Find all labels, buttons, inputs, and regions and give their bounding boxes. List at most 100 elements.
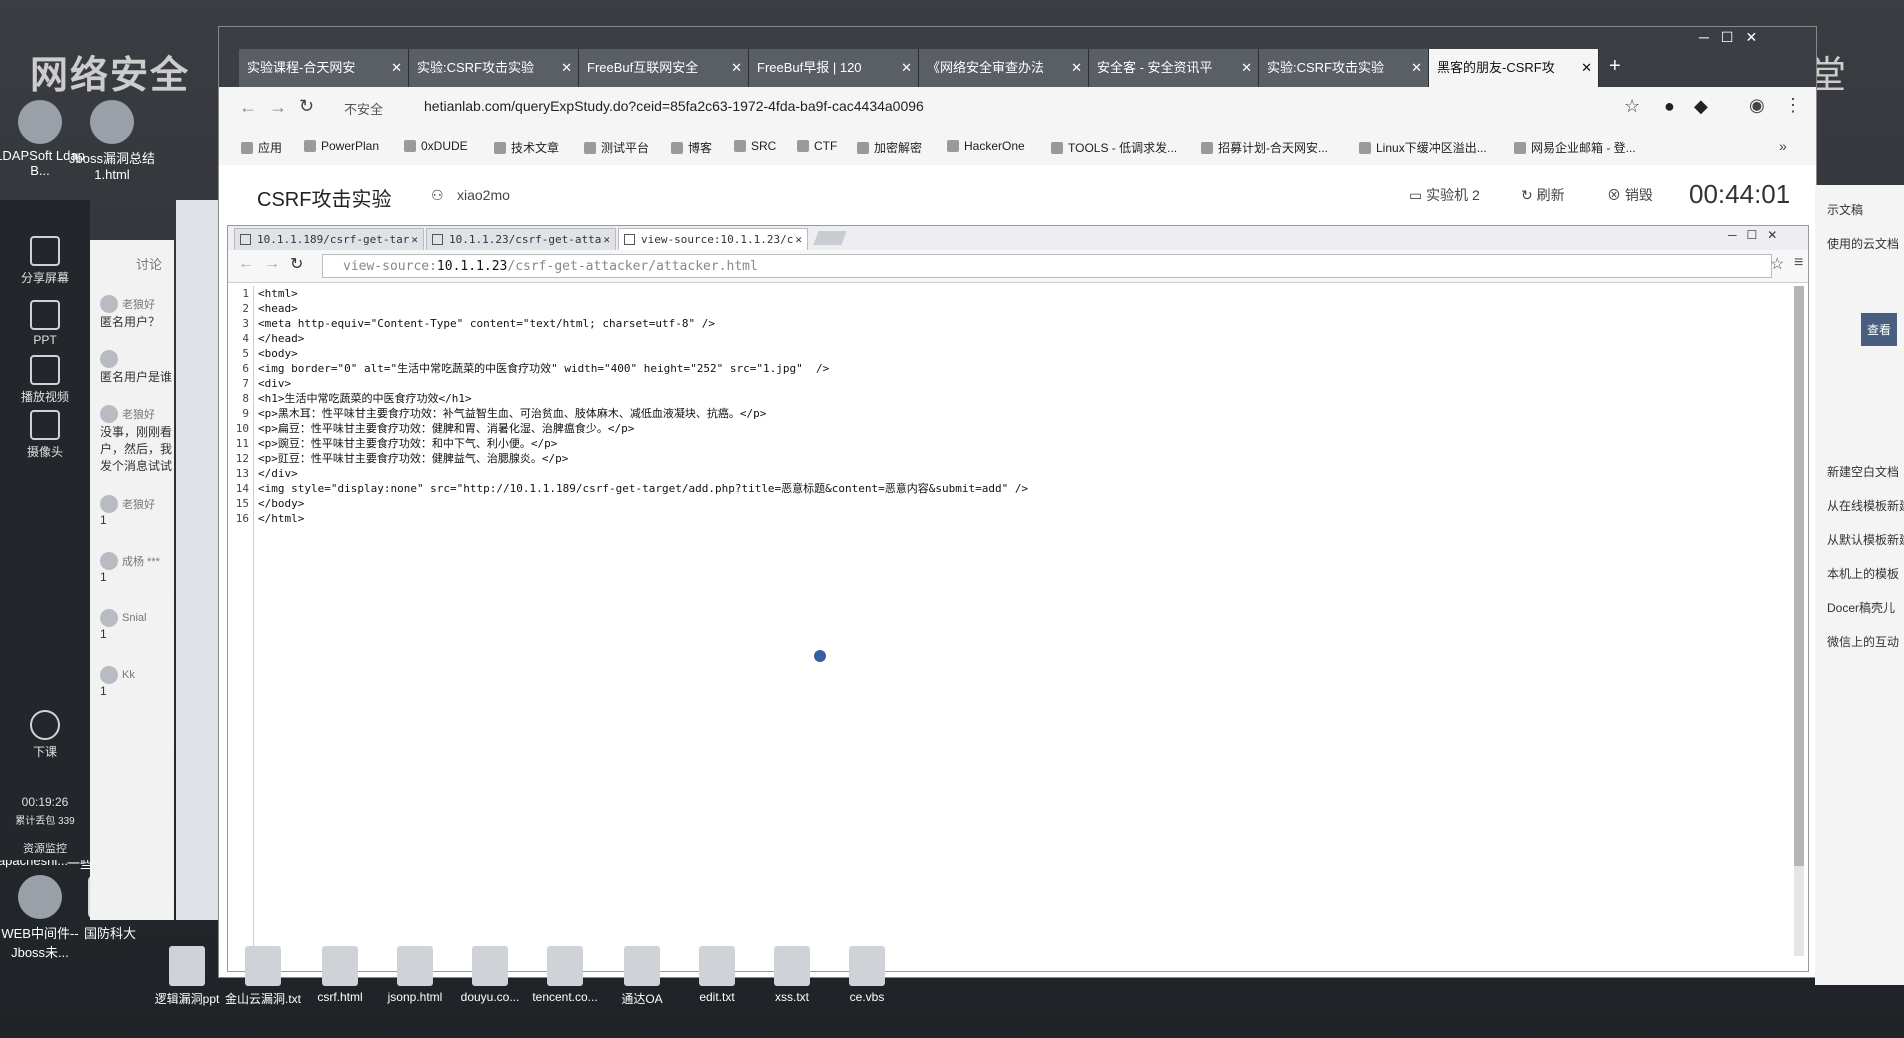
destroy-button[interactable]: ⊗ 销毁 xyxy=(1607,185,1653,205)
chat-message: Kk 1 xyxy=(100,666,174,698)
share-screen-button[interactable]: 分享屏幕 xyxy=(0,236,90,286)
window-controls[interactable]: ─☐✕ xyxy=(1699,29,1769,46)
new-tab-button[interactable]: + xyxy=(1609,55,1621,78)
source-line: <img border="0" alt="生活中常吃蔬菜的中医食疗功效" wid… xyxy=(258,362,830,375)
bookmark-item[interactable]: 应用 xyxy=(241,139,282,156)
bookmark-item[interactable]: Linux下缓冲区溢出... xyxy=(1359,139,1487,156)
source-line: <body> xyxy=(258,347,298,360)
browser-tab[interactable]: FreeBuf互联网安全 ✕ xyxy=(579,49,749,87)
close-icon[interactable]: ✕ xyxy=(391,49,402,87)
back-icon[interactable]: ← xyxy=(239,97,257,118)
chat-message: 匿名用户是谁 xyxy=(100,350,174,385)
source-line: <p>豇豆：性平味甘主要食疗功效：健脾益气、治腮腺炎。</p> xyxy=(258,452,569,465)
ppt-button[interactable]: PPT xyxy=(0,300,90,347)
source-line: <p>扁豆：性平味甘主要食疗功效：健脾和胃、消暑化湿、治脾瘟食少。</p> xyxy=(258,422,635,435)
close-icon[interactable]: ✕ xyxy=(1581,49,1592,87)
bookmark-star-icon[interactable]: ☆ xyxy=(1624,96,1640,117)
source-line: </div> xyxy=(258,467,298,480)
video-icon xyxy=(30,355,60,385)
end-class-button[interactable]: 下课 xyxy=(0,710,90,760)
discussion-panel: 讨论 老狼好 匿名用户？ 匿名用户是谁 老狼好 没事，刚刚看户，然后，我发个消息… xyxy=(90,240,174,920)
camera-button[interactable]: 摄像头 xyxy=(0,410,90,460)
browser-tab[interactable]: 安全客 - 安全资讯平 ✕ xyxy=(1089,49,1259,87)
back-icon[interactable]: ← xyxy=(238,255,254,273)
bookmark-item[interactable]: 测试平台 xyxy=(584,139,649,156)
close-icon[interactable]: ✕ xyxy=(411,229,418,250)
username: xiao2mo xyxy=(457,187,510,203)
browser-tab[interactable]: FreeBuf早报 | 120 ✕ xyxy=(749,49,919,87)
vm-browser-tab[interactable]: 10.1.1.23/csrf-get-atta ✕ xyxy=(426,228,616,250)
desktop-icon-ce-vbs[interactable]: ce.vbs xyxy=(822,946,912,1004)
bookmark-item[interactable]: 0xDUDE xyxy=(404,139,468,153)
vm-scrollbar[interactable] xyxy=(1794,286,1804,956)
reload-icon[interactable]: ↻ xyxy=(290,254,303,274)
panel-item[interactable]: 本机上的模板 xyxy=(1827,565,1899,582)
vm-new-tab-button[interactable] xyxy=(813,231,847,245)
close-icon[interactable]: ✕ xyxy=(901,49,912,87)
resource-monitor-link[interactable]: 资源监控 xyxy=(0,840,90,856)
browser-tab-active[interactable]: 黑客的朋友-CSRF攻 ✕ xyxy=(1429,49,1599,87)
browser-tab[interactable]: 《网络安全审查办法 ✕ xyxy=(919,49,1089,87)
panel-item[interactable]: Docer稿壳儿 xyxy=(1827,599,1895,616)
source-line: <p>黑木耳：性平味甘主要食疗功效：补气益智生血、可治贫血、肢体麻木、减低血液凝… xyxy=(258,407,767,420)
extension-icon[interactable]: ◆ xyxy=(1694,96,1708,117)
refresh-icon: ↻ xyxy=(1521,187,1537,203)
url-field[interactable]: hetianlab.com/queryExpStudy.do?ceid=85fa… xyxy=(424,98,924,114)
browser-tab[interactable]: 实验:CSRF攻击实验 ✕ xyxy=(1259,49,1429,87)
chat-message: Snial 1 xyxy=(100,609,174,641)
bookmark-item[interactable]: 博客 xyxy=(671,139,712,156)
close-icon[interactable]: ✕ xyxy=(561,49,572,87)
vm-url-field[interactable]: view-source:10.1.1.23/csrf-get-attacker/… xyxy=(322,254,1772,278)
watermark-left: 网络安全 xyxy=(30,55,191,97)
desktop-icon-jboss-html[interactable]: Jboss漏洞总结1.html xyxy=(62,100,162,182)
view-button[interactable]: 查看 xyxy=(1861,313,1898,346)
close-icon[interactable]: ✕ xyxy=(731,49,742,87)
panel-item[interactable]: 从默认模板新建 xyxy=(1827,531,1904,548)
file-icon xyxy=(849,946,885,986)
extension-icon[interactable]: ● xyxy=(1664,96,1675,117)
vm-window-controls[interactable]: ─☐✕ xyxy=(1728,228,1787,242)
reload-icon[interactable]: ↻ xyxy=(299,96,314,117)
bookmark-item[interactable]: HackerOne xyxy=(947,139,1025,153)
panel-item[interactable]: 微信上的互动 xyxy=(1827,633,1899,650)
bookmarks-overflow-icon[interactable]: » xyxy=(1779,138,1787,154)
bookmark-item[interactable]: TOOLS - 低调求发... xyxy=(1051,139,1177,156)
profile-icon[interactable]: ◉ xyxy=(1749,95,1765,116)
scrollbar-thumb[interactable] xyxy=(1794,286,1804,866)
not-secure-badge[interactable]: 不安全 xyxy=(344,99,383,118)
camera-icon xyxy=(30,410,60,440)
close-icon[interactable]: ✕ xyxy=(1071,49,1082,87)
close-icon[interactable]: ✕ xyxy=(603,229,610,250)
menu-icon[interactable]: ⋮ xyxy=(1784,95,1802,116)
browser-file-icon xyxy=(18,875,62,919)
forward-icon[interactable]: → xyxy=(269,97,287,118)
play-video-button[interactable]: 播放视频 xyxy=(0,355,90,405)
menu-icon[interactable]: ≡ xyxy=(1794,254,1803,272)
file-icon xyxy=(547,946,583,986)
bookmark-item[interactable]: 加密解密 xyxy=(857,139,922,156)
file-icon xyxy=(169,946,205,986)
vm-selector[interactable]: ▭ 实验机 2 xyxy=(1409,185,1480,205)
refresh-button[interactable]: ↻ 刷新 xyxy=(1521,185,1565,205)
vm-browser-tab[interactable]: 10.1.1.189/csrf-get-tar ✕ xyxy=(234,228,424,250)
monitor-icon: ▭ xyxy=(1409,187,1427,203)
bookmark-item[interactable]: 招募计划-合天网安... xyxy=(1201,139,1328,156)
bookmark-star-icon[interactable]: ☆ xyxy=(1770,254,1784,274)
panel-item[interactable]: 新建空白文档 xyxy=(1827,463,1899,480)
close-icon[interactable]: ✕ xyxy=(795,229,802,250)
close-icon[interactable]: ✕ xyxy=(1241,49,1252,87)
browser-tab[interactable]: 实验课程-合天网安 ✕ xyxy=(239,49,409,87)
source-line[interactable]: <img style="display:none" src="http://10… xyxy=(258,481,1028,496)
bookmark-item[interactable]: CTF xyxy=(797,139,837,153)
close-icon[interactable]: ✕ xyxy=(1411,49,1422,87)
bookmark-item[interactable]: SRC xyxy=(734,139,776,153)
panel-item[interactable]: 从在线模板新建 xyxy=(1827,497,1904,514)
bookmark-item[interactable]: PowerPlan xyxy=(304,139,379,153)
browser-tab[interactable]: 实验:CSRF攻击实验 ✕ xyxy=(409,49,579,87)
panel-item[interactable]: 使用的云文档 xyxy=(1827,235,1899,252)
forward-icon[interactable]: → xyxy=(264,255,280,273)
bookmark-item[interactable]: 网易企业邮箱 - 登... xyxy=(1514,139,1636,156)
vm-browser-tab-active[interactable]: view-source:10.1.1.23/c ✕ xyxy=(618,228,808,250)
bookmark-item[interactable]: 技术文章 xyxy=(494,139,559,156)
panel-item[interactable]: 示文稿 xyxy=(1827,201,1863,218)
